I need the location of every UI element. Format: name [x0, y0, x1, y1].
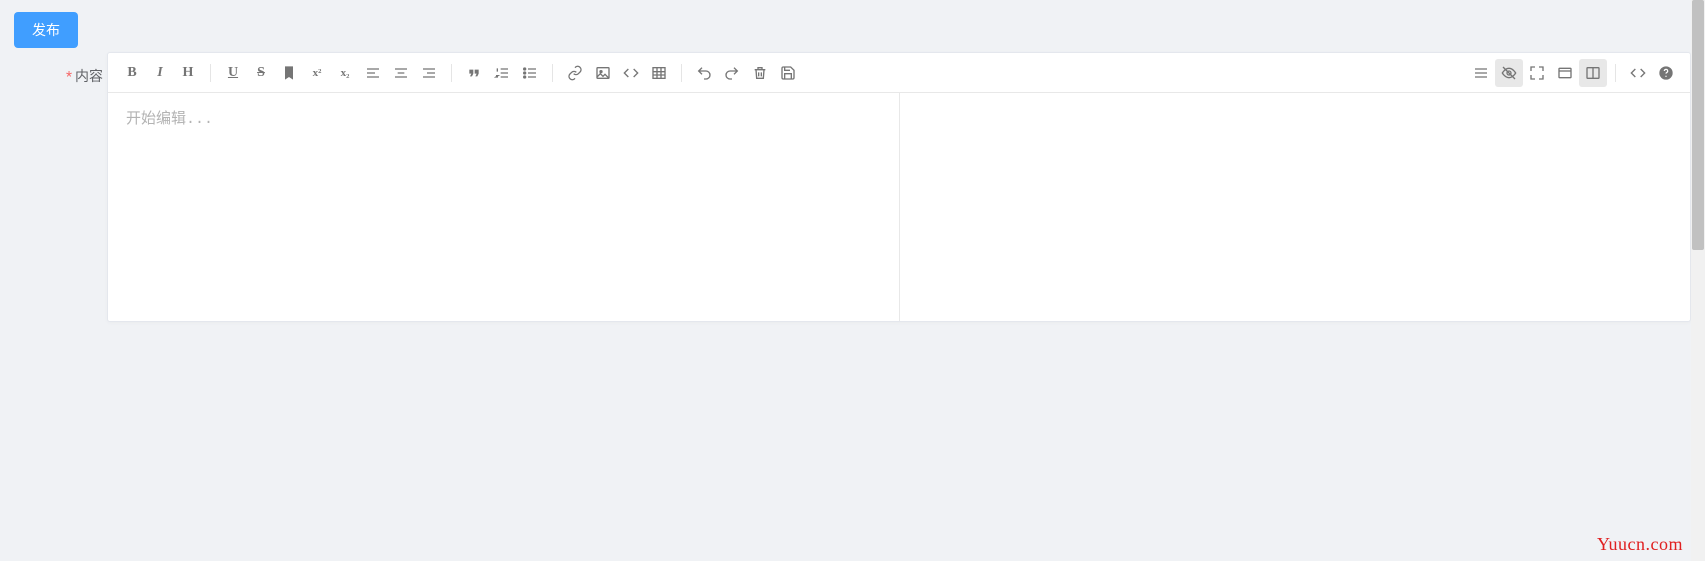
quote-icon — [466, 65, 482, 81]
toolbar-right — [1463, 59, 1684, 87]
quote-button[interactable] — [460, 59, 488, 87]
italic-icon: I — [157, 65, 162, 81]
sync-scroll-button[interactable] — [1495, 59, 1523, 87]
strikethrough-button[interactable]: S — [247, 59, 275, 87]
help-button[interactable] — [1652, 59, 1680, 87]
trash-button[interactable] — [746, 59, 774, 87]
publish-button[interactable]: 发布 — [14, 12, 78, 48]
align-left-icon — [365, 65, 381, 81]
save-button[interactable] — [774, 59, 802, 87]
columns-icon — [1585, 65, 1601, 81]
toolbar-left: B I H U S x² x₂ — [114, 59, 806, 87]
undo-button[interactable] — [690, 59, 718, 87]
fullscreen-button[interactable] — [1523, 59, 1551, 87]
bold-button[interactable]: B — [118, 59, 146, 87]
ordered-list-icon — [494, 65, 510, 81]
separator — [451, 64, 452, 82]
subscript-button[interactable]: x₂ — [331, 59, 359, 87]
navigation-button[interactable] — [1467, 59, 1495, 87]
align-center-icon — [393, 65, 409, 81]
heading-icon: H — [183, 65, 194, 81]
editor-placeholder: 开始编辑... — [126, 111, 213, 128]
editor-toolbar: B I H U S x² x₂ — [108, 53, 1690, 93]
unordered-list-button[interactable] — [516, 59, 544, 87]
html-source-button[interactable] — [1624, 59, 1652, 87]
separator — [681, 64, 682, 82]
redo-button[interactable] — [718, 59, 746, 87]
editor-body: 开始编辑... — [108, 93, 1690, 321]
code-icon — [1630, 65, 1646, 81]
link-button[interactable] — [561, 59, 589, 87]
table-button[interactable] — [645, 59, 673, 87]
read-mode-button[interactable] — [1551, 59, 1579, 87]
align-right-icon — [421, 65, 437, 81]
vertical-scrollbar[interactable] — [1691, 0, 1705, 561]
redo-icon — [724, 65, 740, 81]
bookmark-button[interactable] — [275, 59, 303, 87]
ordered-list-button[interactable] — [488, 59, 516, 87]
strikethrough-icon: S — [257, 65, 265, 81]
scrollbar-thumb[interactable] — [1692, 0, 1704, 250]
align-left-button[interactable] — [359, 59, 387, 87]
superscript-button[interactable]: x² — [303, 59, 331, 87]
content-form-row: *内容 B I H U S x² x₂ — [55, 52, 1691, 322]
editor-input-pane[interactable]: 开始编辑... — [108, 93, 900, 321]
link-icon — [567, 65, 583, 81]
align-right-button[interactable] — [415, 59, 443, 87]
save-icon — [780, 65, 796, 81]
image-icon — [595, 65, 611, 81]
menu-icon — [1473, 65, 1489, 81]
fullscreen-icon — [1529, 65, 1545, 81]
trash-icon — [752, 65, 768, 81]
code-icon — [623, 65, 639, 81]
markdown-editor: B I H U S x² x₂ — [107, 52, 1691, 322]
split-mode-button[interactable] — [1579, 59, 1607, 87]
separator — [552, 64, 553, 82]
unordered-list-icon — [522, 65, 538, 81]
table-icon — [651, 65, 667, 81]
italic-button[interactable]: I — [146, 59, 174, 87]
content-label: *内容 — [55, 52, 103, 86]
code-button[interactable] — [617, 59, 645, 87]
help-icon — [1658, 65, 1674, 81]
align-center-button[interactable] — [387, 59, 415, 87]
underline-button[interactable]: U — [219, 59, 247, 87]
watermark: Yuucn.com — [1597, 534, 1683, 555]
image-button[interactable] — [589, 59, 617, 87]
undo-icon — [696, 65, 712, 81]
subscript-icon: x₂ — [341, 67, 350, 79]
separator — [1615, 64, 1616, 82]
underline-icon: U — [228, 65, 238, 81]
heading-button[interactable]: H — [174, 59, 202, 87]
editor-preview-pane — [900, 93, 1691, 321]
bold-icon: B — [127, 65, 136, 81]
required-star: * — [66, 69, 72, 85]
separator — [210, 64, 211, 82]
bookmark-icon — [281, 65, 297, 81]
eye-off-icon — [1501, 65, 1517, 81]
superscript-icon: x² — [313, 67, 322, 79]
window-icon — [1557, 65, 1573, 81]
